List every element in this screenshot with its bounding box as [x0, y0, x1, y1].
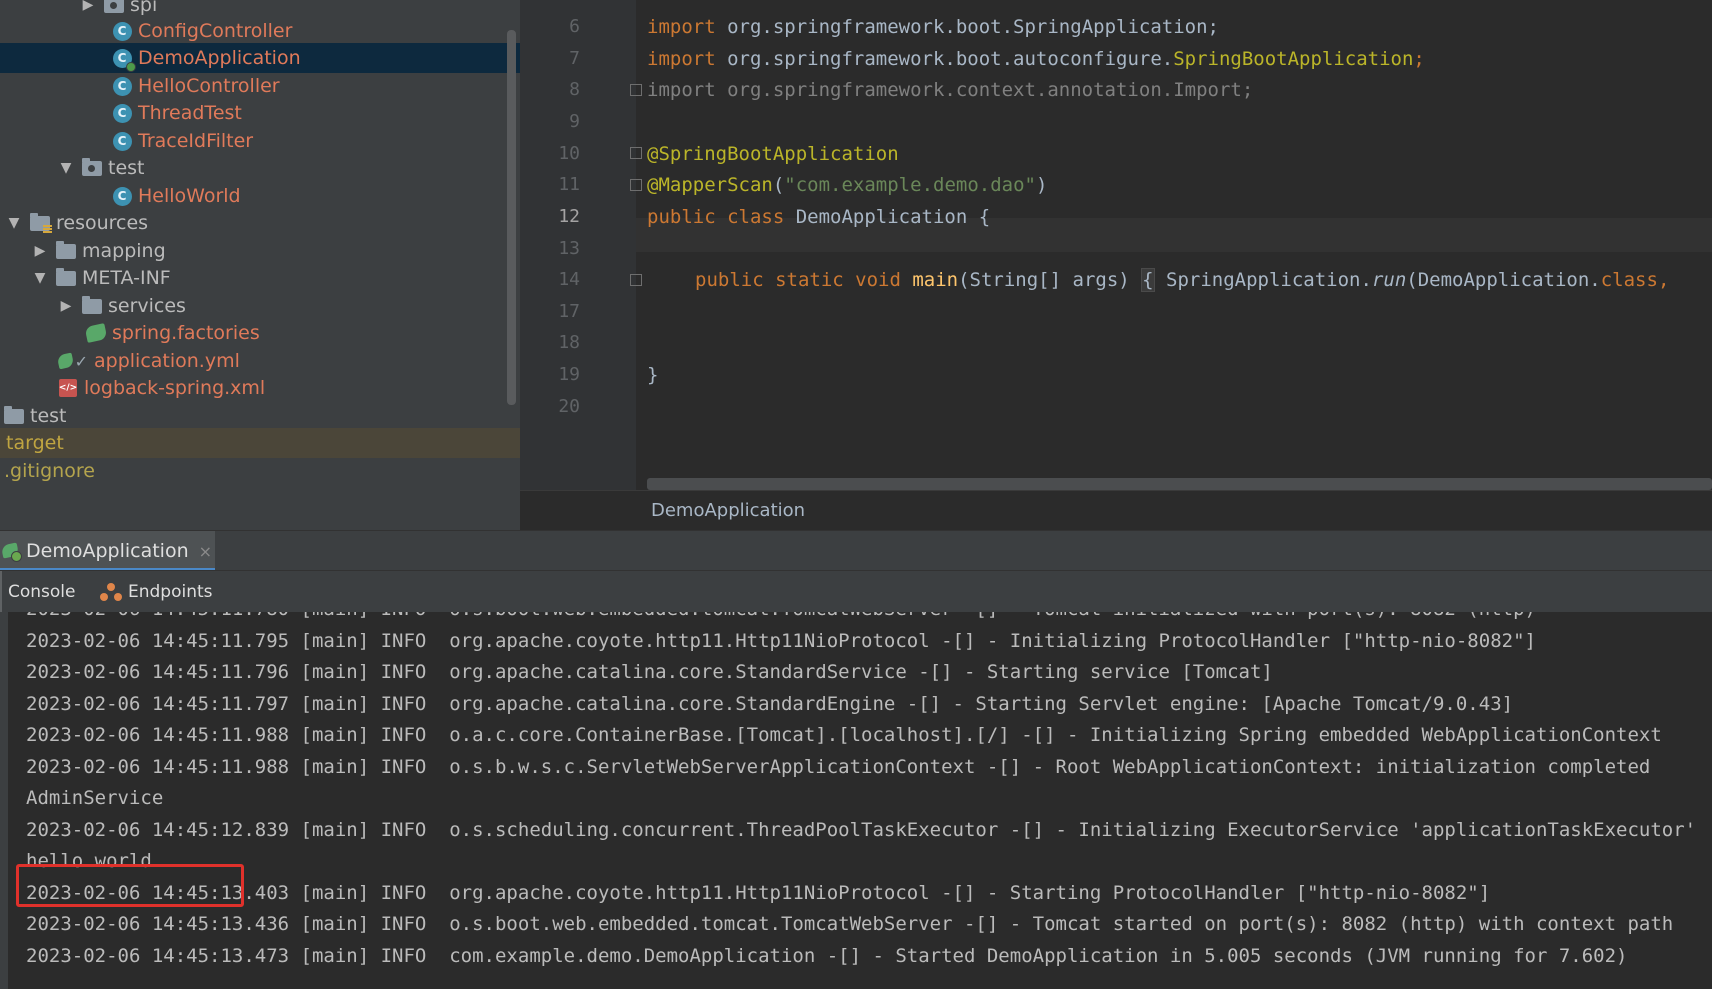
line-number: 14 — [558, 269, 580, 290]
tree-item-test-package[interactable]: ▼ test — [0, 153, 505, 183]
tree-item-hellocontroller[interactable]: C HelloController — [0, 71, 505, 101]
tree-item-demoapplication[interactable]: C DemoApplication — [0, 43, 520, 73]
xml-file-icon: </> — [58, 378, 78, 398]
run-subtab-bar: Console Endpoints — [0, 570, 1712, 613]
tree-item-application-yml[interactable]: ✓ application.yml — [0, 346, 505, 376]
code-line-19: } — [647, 364, 659, 386]
class-icon: C — [112, 186, 132, 206]
project-tree: ▶ spi C ConfigController C DemoApplicati… — [0, 0, 520, 530]
class-icon: C — [112, 76, 132, 96]
folder-icon — [56, 240, 76, 261]
expand-arrow-icon[interactable]: ▶ — [30, 241, 50, 261]
folder-icon — [56, 267, 76, 288]
run-tab-bar: DemoApplication × — [0, 530, 1712, 571]
console-line: 2023-02-06 14:45:11.988 [main] INFO o.a.… — [26, 724, 1662, 746]
console-line: 2023-02-06 14:45:11.797 [main] INFO org.… — [26, 693, 1514, 715]
console-line: 2023-02-06 14:45:13.436 [main] INFO o.s.… — [26, 913, 1674, 935]
line-number: 17 — [558, 301, 580, 322]
folder-icon — [4, 405, 24, 426]
console-line: 2023-02-06 14:45:11.988 [main] INFO o.s.… — [26, 756, 1651, 778]
line-number: 6 — [569, 16, 580, 37]
breadcrumb-item[interactable]: DemoApplication — [651, 500, 805, 521]
run-config-tab[interactable]: DemoApplication × — [0, 531, 215, 571]
collapse-arrow-icon[interactable]: ▼ — [30, 268, 50, 288]
class-icon: C — [112, 103, 132, 123]
fold-marker-icon[interactable] — [630, 84, 642, 96]
code-line-11: @MapperScan("com.example.demo.dao") — [647, 174, 1048, 196]
package-icon — [82, 157, 102, 178]
spring-leaf-icon — [84, 323, 108, 343]
line-number: 9 — [569, 111, 580, 132]
line-number: 18 — [558, 332, 580, 353]
tree-item-test-folder[interactable]: test — [0, 401, 505, 431]
class-icon: C — [112, 21, 132, 41]
class-icon: C — [112, 131, 132, 151]
tree-item-helloworld[interactable]: C HelloWorld — [0, 181, 505, 211]
tree-item-meta-inf[interactable]: ▼ META-INF — [0, 263, 505, 293]
resources-folder-icon — [30, 212, 52, 233]
tree-item-target[interactable]: target — [0, 428, 520, 458]
tree-item-traceidfilter[interactable]: C TraceIdFilter — [0, 126, 505, 156]
fold-marker-icon[interactable] — [630, 147, 642, 159]
console-line: 2023-02-06 14:45:13.473 [main] INFO com.… — [26, 945, 1628, 967]
code-line-7: import org.springframework.boot.autoconf… — [647, 48, 1425, 70]
console-line: AdminService — [26, 787, 164, 809]
line-number: 11 — [558, 174, 580, 195]
code-line-8-unused-import: import org.springframework.context.annot… — [647, 79, 1254, 101]
line-number: 13 — [558, 238, 580, 259]
console-output[interactable]: 2023-02-06 14:45:11.780 [main] INFO o.s.… — [0, 612, 1712, 989]
console-line: 2023-02-06 14:45:12.839 [main] INFO o.s.… — [26, 819, 1697, 841]
tree-item-configcontroller[interactable]: C ConfigController — [0, 16, 505, 46]
line-number: 19 — [558, 364, 580, 385]
spring-run-icon — [0, 542, 22, 562]
collapse-arrow-icon[interactable]: ▼ — [4, 213, 24, 233]
expand-arrow-icon[interactable]: ▶ — [78, 0, 98, 15]
package-icon — [104, 0, 124, 15]
collapse-arrow-icon[interactable]: ▼ — [56, 158, 76, 178]
folder-icon — [82, 295, 102, 316]
tab-endpoints[interactable]: Endpoints — [100, 571, 213, 613]
tree-scrollbar[interactable] — [507, 30, 516, 405]
code-line-14: public static void main(String[] args) {… — [695, 268, 1670, 292]
code-line-10: @SpringBootApplication — [647, 143, 899, 165]
close-icon[interactable]: × — [199, 542, 212, 561]
console-line: 2023-02-06 14:45:13.403 [main] INFO org.… — [26, 882, 1491, 904]
endpoints-icon — [100, 582, 122, 602]
code-line-12: public class DemoApplication { — [647, 206, 991, 228]
line-number: 7 — [569, 48, 580, 69]
code-line-6: import org.springframework.boot.SpringAp… — [647, 16, 1219, 38]
breadcrumb: DemoApplication — [520, 490, 1712, 530]
line-number-active: 12 — [558, 206, 580, 227]
console-gutter — [0, 612, 8, 989]
line-number: 10 — [558, 143, 580, 164]
tree-item-resources[interactable]: ▼ resources — [0, 208, 505, 238]
highlight-annotation-box — [16, 864, 244, 907]
tree-item-gitignore[interactable]: .gitignore — [0, 456, 505, 486]
console-line: 2023-02-06 14:45:11.780 [main] INFO o.s.… — [26, 612, 1536, 624]
line-number: 8 — [569, 79, 580, 100]
yml-spring-icon: ✓ — [56, 351, 88, 371]
tree-item-mapping[interactable]: ▶ mapping — [0, 236, 505, 266]
code-editor[interactable]: 6 7 8 9 10 11 12 13 14 17 18 19 20 impor… — [520, 0, 1712, 530]
tab-console[interactable]: Console — [0, 571, 86, 613]
tree-item-spring-factories[interactable]: spring.factories — [0, 318, 505, 348]
fold-marker-icon[interactable] — [630, 274, 642, 286]
tree-item-logback-spring-xml[interactable]: </> logback-spring.xml — [0, 373, 505, 403]
run-class-icon: C — [112, 48, 136, 72]
console-line: 2023-02-06 14:45:11.795 [main] INFO org.… — [26, 630, 1536, 652]
console-line: 2023-02-06 14:45:11.796 [main] INFO org.… — [26, 661, 1273, 683]
tree-item-threadtest[interactable]: C ThreadTest — [0, 98, 505, 128]
fold-marker-icon[interactable] — [630, 179, 642, 191]
tree-item-services[interactable]: ▶ services — [0, 291, 505, 321]
expand-arrow-icon[interactable]: ▶ — [56, 296, 76, 316]
line-number: 20 — [558, 396, 580, 417]
editor-horizontal-scrollbar[interactable] — [647, 478, 1712, 490]
